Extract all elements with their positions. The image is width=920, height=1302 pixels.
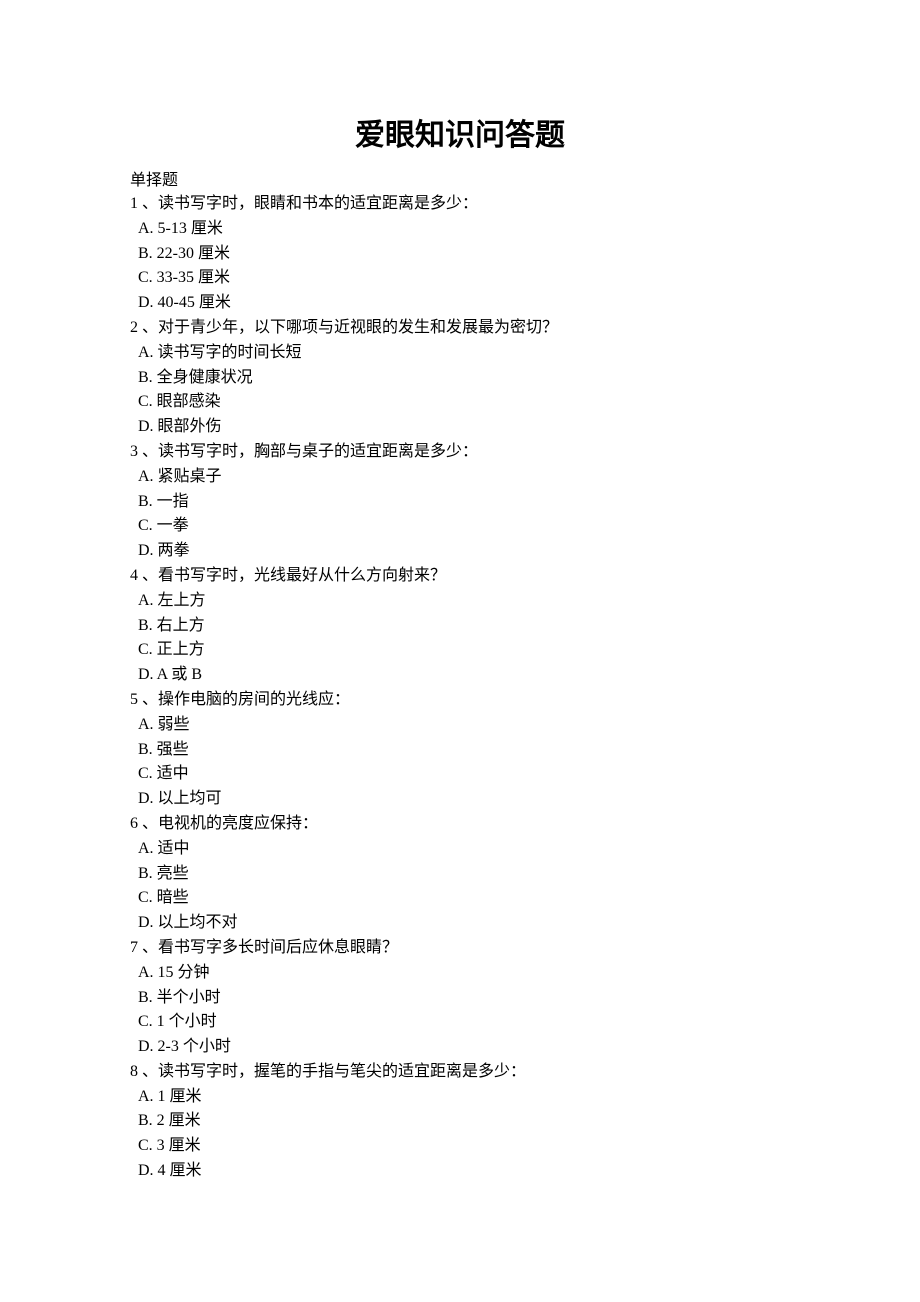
option: A. 读书写字的时间长短 — [130, 341, 790, 366]
document-page: 爱眼知识问答题 单择题 1 、读书写字时，眼睛和书本的适宜距离是多少：A. 5-… — [0, 0, 920, 1244]
option: B. 全身健康状况 — [130, 366, 790, 391]
option: B. 强些 — [130, 738, 790, 763]
question-text: 2 、对于青少年，以下哪项与近视眼的发生和发展最为密切？ — [130, 316, 790, 341]
option: A. 适中 — [130, 837, 790, 862]
option: D. 两拳 — [130, 539, 790, 564]
question-number: 3 — [130, 443, 138, 460]
question-body: 、读书写字时，握笔的手指与笔尖的适宜距离是多少： — [142, 1063, 526, 1080]
option: D. 40-45 厘米 — [130, 291, 790, 316]
option: C. 正上方 — [130, 638, 790, 663]
option: B. 22-30 厘米 — [130, 242, 790, 267]
question-text: 6 、电视机的亮度应保持： — [130, 812, 790, 837]
question: 5 、操作电脑的房间的光线应：A. 弱些B. 强些C. 适中D. 以上均可 — [130, 688, 790, 812]
question: 1 、读书写字时，眼睛和书本的适宜距离是多少：A. 5-13 厘米B. 22-3… — [130, 192, 790, 316]
section-label: 单择题 — [130, 166, 790, 190]
question: 8 、读书写字时，握笔的手指与笔尖的适宜距离是多少：A. 1 厘米B. 2 厘米… — [130, 1060, 790, 1184]
question-number: 4 — [130, 567, 138, 584]
question: 4 、看书写字时，光线最好从什么方向射来？A. 左上方B. 右上方C. 正上方D… — [130, 564, 790, 688]
question-number: 6 — [130, 815, 138, 832]
question: 7 、看书写字多长时间后应休息眼睛？A. 15 分钟B. 半个小时C. 1 个小… — [130, 936, 790, 1060]
option: B. 半个小时 — [130, 986, 790, 1011]
option: C. 一拳 — [130, 514, 790, 539]
option: A. 1 厘米 — [130, 1085, 790, 1110]
question-text: 8 、读书写字时，握笔的手指与笔尖的适宜距离是多少： — [130, 1060, 790, 1085]
option: D. 4 厘米 — [130, 1159, 790, 1184]
question-body: 、对于青少年，以下哪项与近视眼的发生和发展最为密切？ — [142, 319, 558, 336]
option: B. 一指 — [130, 490, 790, 515]
option: D. A 或 B — [130, 663, 790, 688]
option: C. 眼部感染 — [130, 390, 790, 415]
question-text: 5 、操作电脑的房间的光线应： — [130, 688, 790, 713]
question-number: 2 — [130, 319, 138, 336]
question-text: 3 、读书写字时，胸部与桌子的适宜距离是多少： — [130, 440, 790, 465]
question-body: 、操作电脑的房间的光线应： — [142, 691, 350, 708]
question: 6 、电视机的亮度应保持：A. 适中B. 亮些C. 暗些D. 以上均不对 — [130, 812, 790, 936]
option: C. 33-35 厘米 — [130, 266, 790, 291]
question-text: 1 、读书写字时，眼睛和书本的适宜距离是多少： — [130, 192, 790, 217]
option: D. 以上均不对 — [130, 911, 790, 936]
option: C. 暗些 — [130, 886, 790, 911]
question-body: 、看书写字时，光线最好从什么方向射来？ — [142, 567, 446, 584]
option: A. 紧贴桌子 — [130, 465, 790, 490]
option: A. 左上方 — [130, 589, 790, 614]
question-text: 7 、看书写字多长时间后应休息眼睛？ — [130, 936, 790, 961]
option: B. 右上方 — [130, 614, 790, 639]
option: D. 2-3 个小时 — [130, 1035, 790, 1060]
option: C. 适中 — [130, 762, 790, 787]
question: 3 、读书写字时，胸部与桌子的适宜距离是多少：A. 紧贴桌子B. 一指C. 一拳… — [130, 440, 790, 564]
option: B. 亮些 — [130, 862, 790, 887]
question-body: 、看书写字多长时间后应休息眼睛？ — [142, 939, 398, 956]
option: A. 5-13 厘米 — [130, 217, 790, 242]
question-number: 5 — [130, 691, 138, 708]
question-body: 、读书写字时，胸部与桌子的适宜距离是多少： — [142, 443, 478, 460]
question-text: 4 、看书写字时，光线最好从什么方向射来？ — [130, 564, 790, 589]
questions-container: 1 、读书写字时，眼睛和书本的适宜距离是多少：A. 5-13 厘米B. 22-3… — [130, 192, 790, 1184]
option: C. 1 个小时 — [130, 1010, 790, 1035]
option: A. 弱些 — [130, 713, 790, 738]
question: 2 、对于青少年，以下哪项与近视眼的发生和发展最为密切？A. 读书写字的时间长短… — [130, 316, 790, 440]
page-title: 爱眼知识问答题 — [130, 110, 790, 154]
option: B. 2 厘米 — [130, 1109, 790, 1134]
option: C. 3 厘米 — [130, 1134, 790, 1159]
option: A. 15 分钟 — [130, 961, 790, 986]
question-number: 7 — [130, 939, 138, 956]
question-number: 8 — [130, 1063, 138, 1080]
option: D. 以上均可 — [130, 787, 790, 812]
question-number: 1 — [130, 195, 138, 212]
option: D. 眼部外伤 — [130, 415, 790, 440]
question-body: 、电视机的亮度应保持： — [142, 815, 318, 832]
question-body: 、读书写字时，眼睛和书本的适宜距离是多少： — [142, 195, 478, 212]
